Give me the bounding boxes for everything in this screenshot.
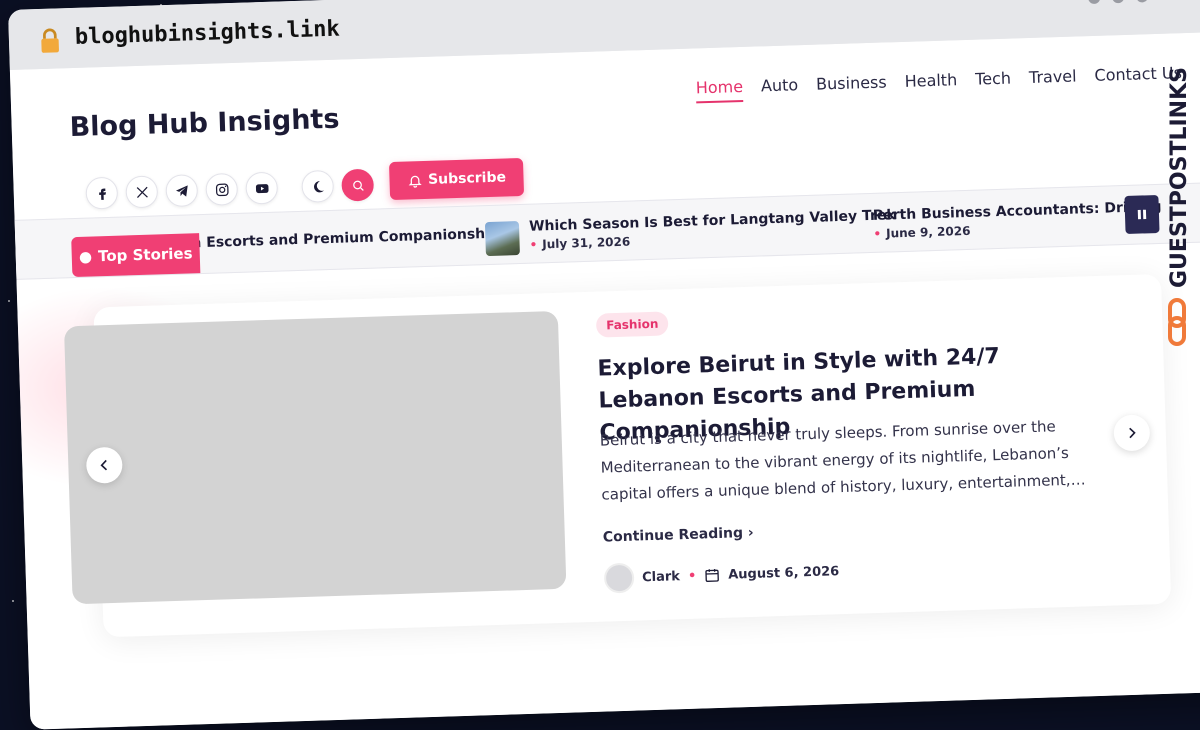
- nav-item-home[interactable]: Home: [695, 76, 744, 104]
- top-stories-label: ● Top Stories: [71, 233, 201, 278]
- nav-item-travel[interactable]: Travel: [1029, 66, 1077, 92]
- url-text[interactable]: bloghubinsights.link: [75, 17, 341, 50]
- live-dot-icon: ●: [78, 247, 93, 266]
- post-meta: Clark • August 6, 2026: [603, 556, 840, 594]
- telegram-icon[interactable]: [165, 174, 199, 208]
- watermark-text: GUESTPOSTLINKS: [1167, 67, 1192, 288]
- top-stories-text: Top Stories: [97, 244, 193, 266]
- moon-icon: [313, 180, 324, 192]
- chevron-right-icon: [1129, 427, 1136, 439]
- guestpostlinks-watermark: GUESTPOSTLINKS: [1150, 50, 1200, 360]
- web-page: Blog Hub Insights Home Auto Business Hea…: [8, 31, 1200, 730]
- featured-image[interactable]: [63, 310, 567, 605]
- window-dot[interactable]: [1135, 0, 1149, 3]
- ticker-item-title: n Escorts and Premium Companionship: [191, 225, 501, 252]
- lock-icon: [41, 28, 59, 53]
- browser-window: bloghubinsights.link Blog Hub Insights H…: [8, 0, 1200, 730]
- subscribe-label: Subscribe: [427, 169, 507, 188]
- social-links: [85, 168, 375, 210]
- search-button[interactable]: [341, 168, 375, 202]
- instagram-icon[interactable]: [205, 172, 239, 206]
- author-name[interactable]: Clark: [642, 569, 680, 585]
- author-avatar[interactable]: [603, 562, 635, 594]
- featured-post-card: Fashion Explore Beirut in Style with 24/…: [63, 273, 1172, 638]
- chevron-right-icon: ›: [747, 524, 754, 542]
- window-controls: [1087, 0, 1149, 5]
- link-logo-icon: [1168, 298, 1186, 346]
- search-icon: [352, 180, 364, 191]
- separator-dot: •: [687, 568, 697, 584]
- chevron-left-icon: [100, 459, 108, 471]
- nav-item-tech[interactable]: Tech: [975, 69, 1012, 95]
- subscribe-button[interactable]: Subscribe: [388, 157, 525, 201]
- youtube-icon[interactable]: [245, 171, 279, 205]
- site-title[interactable]: Blog Hub Insights: [69, 104, 340, 143]
- ticker-item[interactable]: Which Season Is Best for Langtang Valley…: [529, 207, 897, 252]
- post-date: August 6, 2026: [727, 563, 840, 583]
- continue-reading-link[interactable]: Continue Reading ›: [603, 525, 754, 546]
- facebook-icon[interactable]: [85, 176, 119, 210]
- slider-next-button[interactable]: [1113, 414, 1151, 452]
- calendar-icon: [705, 569, 720, 582]
- ticker-item[interactable]: n Escorts and Premium Companionship: [191, 226, 500, 252]
- x-icon[interactable]: [125, 175, 159, 209]
- nav-item-business[interactable]: Business: [816, 72, 887, 99]
- bell-icon: [408, 175, 422, 188]
- nav-item-auto[interactable]: Auto: [761, 75, 799, 101]
- post-excerpt: Beirut is a city that never truly sleeps…: [599, 417, 1086, 504]
- window-dot[interactable]: [1087, 0, 1101, 5]
- continue-reading-label: Continue Reading: [602, 525, 744, 546]
- main-nav: Home Auto Business Health Tech Travel Co…: [695, 63, 1182, 104]
- pause-icon: [1137, 209, 1147, 220]
- nav-item-health[interactable]: Health: [904, 70, 957, 97]
- ticker-thumbnail[interactable]: [484, 221, 520, 257]
- window-dot[interactable]: [1111, 0, 1125, 4]
- category-badge[interactable]: Fashion: [595, 311, 669, 338]
- ticker-item[interactable]: Perth Business Accountants: Driving June…: [873, 199, 1163, 241]
- dark-mode-toggle[interactable]: [301, 169, 335, 203]
